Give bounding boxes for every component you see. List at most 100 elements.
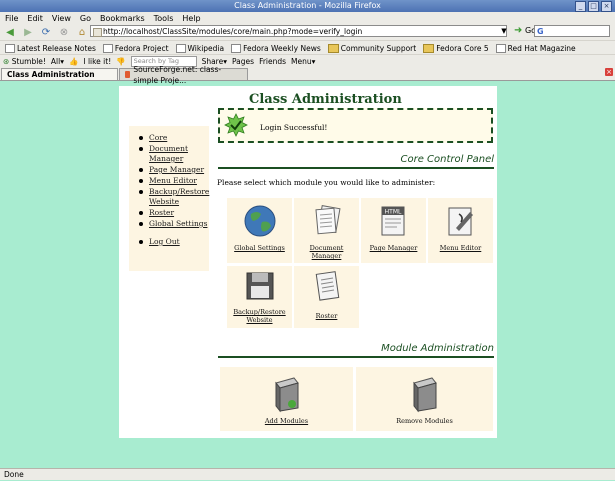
tab-class-administration[interactable]: Class Administration xyxy=(1,68,118,80)
menu-tools[interactable]: Tools xyxy=(154,14,174,23)
minimize-button[interactable]: _ xyxy=(575,1,586,12)
tab-label: SourceForge.net: class-simple Proje... xyxy=(133,64,222,85)
forward-arrow-icon[interactable]: ▶ xyxy=(21,26,35,39)
login-message-box: Login Successful! xyxy=(218,108,493,143)
page-title: Class Administration xyxy=(249,92,402,107)
bookmark-wikipedia[interactable]: Wikipedia xyxy=(175,43,225,53)
all-dropdown[interactable]: All▾ xyxy=(51,57,64,66)
tab-sourceforge[interactable]: SourceForge.net: class-simple Proje... xyxy=(119,65,248,85)
menu-go[interactable]: Go xyxy=(80,14,91,23)
sidebar-item-core[interactable]: Core xyxy=(129,133,209,143)
folder-icon xyxy=(423,43,435,53)
folder-icon xyxy=(327,43,339,53)
bookmark-community-support[interactable]: Community Support xyxy=(327,43,417,53)
bookmark-label: Community Support xyxy=(340,43,417,53)
tile-roster[interactable]: Roster xyxy=(294,266,359,328)
reload-icon[interactable]: ⟳ xyxy=(39,26,53,39)
bookmark-label: Red Hat Magazine xyxy=(507,43,576,53)
tile-remove-modules[interactable]: Remove Modules xyxy=(356,367,493,431)
page-content: Class Administration Core Document Manag… xyxy=(119,86,497,438)
login-message: Login Successful! xyxy=(260,123,328,132)
go-button[interactable]: ➜ Go xyxy=(514,25,536,37)
sidebar-link[interactable]: Core xyxy=(149,133,167,142)
url-dropdown-icon[interactable]: ▼ xyxy=(500,25,508,37)
html-page-icon: HTML xyxy=(381,206,404,236)
menu-bookmarks[interactable]: Bookmarks xyxy=(100,14,145,23)
tile-label[interactable]: Remove Modules xyxy=(356,417,493,425)
module-administration-heading: Module Administration xyxy=(218,343,494,358)
globe-icon xyxy=(244,205,275,237)
sidebar-item-backup-restore[interactable]: Backup/Restore Website xyxy=(129,187,209,207)
bookmark-fedora-core-5[interactable]: Fedora Core 5 xyxy=(423,43,489,53)
documents-icon xyxy=(314,205,341,235)
page-icon xyxy=(231,43,242,53)
tile-label[interactable]: Menu Editor xyxy=(428,244,493,252)
sidebar-item-roster[interactable]: Roster xyxy=(129,208,209,218)
status-text: Done xyxy=(4,470,24,479)
tile-label[interactable]: Roster xyxy=(294,312,359,320)
back-arrow-icon[interactable]: ◀ xyxy=(3,26,17,39)
tile-label[interactable]: Page Manager xyxy=(361,244,426,252)
thumbs-up-icon[interactable]: 👍 xyxy=(69,57,78,66)
window-titlebar: Class Administration - Mozilla Firefox _… xyxy=(0,0,615,12)
sidebar-link[interactable]: Menu Editor xyxy=(149,176,197,185)
close-window-button[interactable]: × xyxy=(601,1,612,12)
menu-view[interactable]: View xyxy=(52,14,71,23)
core-control-panel-heading: Core Control Panel xyxy=(218,154,494,169)
sidebar-item-menu-editor[interactable]: Menu Editor xyxy=(129,176,209,186)
menu-file[interactable]: File xyxy=(5,14,18,23)
tile-add-modules[interactable]: Add Modules xyxy=(220,367,353,431)
tile-global-settings[interactable]: Global Settings xyxy=(227,198,292,263)
search-box[interactable]: G xyxy=(534,25,610,37)
url-text: http://localhost/ClassSite/modules/core/… xyxy=(103,27,363,36)
page-icon xyxy=(175,43,186,53)
bookmark-latest-release-notes[interactable]: Latest Release Notes xyxy=(5,43,96,53)
sidebar-item-global-settings[interactable]: Global Settings xyxy=(129,219,209,229)
bookmark-label: Wikipedia xyxy=(187,43,225,53)
url-bar[interactable]: http://localhost/ClassSite/modules/core/… xyxy=(90,25,507,37)
tile-label[interactable]: Document Manager xyxy=(294,244,359,260)
sidebar-item-page-manager[interactable]: Page Manager xyxy=(129,165,209,175)
sidebar-link[interactable]: Page Manager xyxy=(149,165,204,174)
tile-menu-editor[interactable]: Menu Editor xyxy=(428,198,493,263)
menu-editor-icon xyxy=(448,207,473,236)
bookmark-label: Fedora Weekly News xyxy=(243,43,321,53)
sidebar-link[interactable]: Roster xyxy=(149,208,174,217)
sidebar-link[interactable]: Document Manager xyxy=(149,144,188,163)
logout-link[interactable]: Log Out xyxy=(149,237,180,246)
friends-button[interactable]: Friends xyxy=(259,57,286,66)
menu-bar: File Edit View Go Bookmarks Tools Help xyxy=(0,12,615,24)
maximize-button[interactable]: □ xyxy=(588,1,599,12)
search-engine-icon: G xyxy=(537,27,544,36)
success-check-icon xyxy=(224,113,248,137)
bookmark-label: Fedora Core 5 xyxy=(436,43,489,53)
menu-edit[interactable]: Edit xyxy=(27,14,43,23)
remove-module-box-icon xyxy=(412,377,437,413)
tile-label[interactable]: Backup/Restore Website xyxy=(227,308,292,324)
tile-label[interactable]: Add Modules xyxy=(220,417,353,425)
thumbs-down-icon[interactable]: 👎 xyxy=(116,57,125,66)
add-module-box-icon xyxy=(274,377,299,413)
bookmark-fedora-weekly-news[interactable]: Fedora Weekly News xyxy=(231,43,321,53)
tile-page-manager[interactable]: HTML Page Manager xyxy=(361,198,426,263)
sidebar-link[interactable]: Global Settings xyxy=(149,219,207,228)
tab-strip: Class Administration SourceForge.net: cl… xyxy=(0,65,615,85)
tile-document-manager[interactable]: Document Manager xyxy=(294,198,359,263)
sidebar-item-logout[interactable]: Log Out xyxy=(129,237,209,247)
page-icon xyxy=(5,43,15,53)
sidebar-item-document-manager[interactable]: Document Manager xyxy=(129,144,209,164)
tile-backup-restore[interactable]: Backup/Restore Website xyxy=(227,266,292,328)
stop-icon[interactable]: ⊗ xyxy=(57,26,71,39)
bookmark-red-hat-magazine[interactable]: Red Hat Magazine xyxy=(495,43,576,53)
home-icon[interactable]: ⌂ xyxy=(75,26,89,39)
menu-button[interactable]: Menu▾ xyxy=(291,57,315,66)
stumble-button[interactable]: ⊛ Stumble! xyxy=(3,57,46,66)
close-tab-icon[interactable]: × xyxy=(605,68,613,76)
menu-label: Menu xyxy=(291,57,312,66)
page-icon xyxy=(495,43,506,53)
tile-label[interactable]: Global Settings xyxy=(227,244,292,252)
sidebar-link[interactable]: Backup/Restore Website xyxy=(149,187,209,206)
bookmark-fedora-project[interactable]: Fedora Project xyxy=(102,43,169,53)
menu-help[interactable]: Help xyxy=(182,14,200,23)
i-like-it-button[interactable]: I like it! xyxy=(83,57,111,66)
